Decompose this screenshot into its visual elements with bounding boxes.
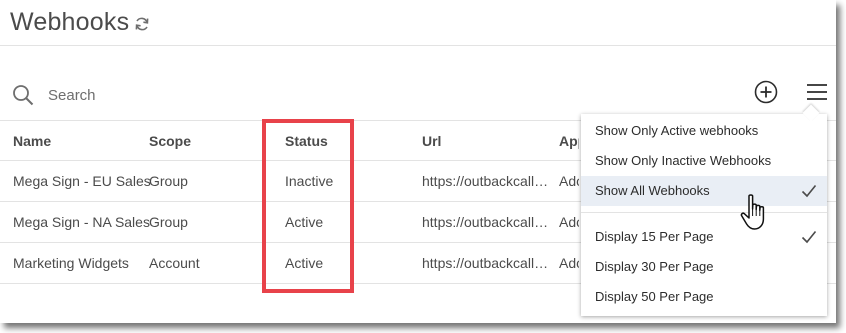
search-icon [13, 85, 34, 106]
cell-name: Mega Sign - EU Sales [13, 173, 151, 189]
options-dropdown-menu: Show Only Active webhooks Show Only Inac… [581, 114, 827, 316]
cell-url: https://outbackcallback.com [422, 255, 550, 271]
cell-name: Marketing Widgets [13, 255, 129, 271]
menu-item-show-all[interactable]: Show All Webhooks [581, 176, 827, 206]
menu-item-display-15[interactable]: Display 15 Per Page [581, 222, 827, 252]
hamburger-menu-icon[interactable] [806, 82, 828, 102]
header-divider [0, 45, 836, 46]
column-header-name[interactable]: Name [13, 133, 51, 149]
menu-divider [581, 212, 827, 213]
refresh-icon[interactable] [134, 16, 150, 32]
page-header: Webhooks [10, 4, 150, 40]
cell-scope: Group [149, 173, 188, 189]
cell-application: Adobe Sign [559, 214, 579, 230]
checkmark-icon [801, 184, 817, 198]
cell-application: Adobe Sign [559, 173, 579, 189]
cell-scope: Account [149, 255, 200, 271]
search-input[interactable] [48, 86, 248, 104]
menu-item-show-active[interactable]: Show Only Active webhooks [581, 116, 827, 146]
column-header-url[interactable]: Url [422, 133, 441, 149]
menu-item-show-inactive[interactable]: Show Only Inactive Webhooks [581, 146, 827, 176]
menu-item-display-50[interactable]: Display 50 Per Page [581, 282, 827, 312]
cell-scope: Group [149, 214, 188, 230]
menu-item-display-30[interactable]: Display 30 Per Page [581, 252, 827, 282]
menu-item-label: Show All Webhooks [595, 183, 710, 198]
cell-url: https://outbackcallback.com [422, 173, 550, 189]
checkmark-icon [801, 230, 817, 244]
webhooks-panel: Webhooks Name Scope Status Url Applic [0, 0, 836, 323]
status-column-highlight [262, 119, 354, 293]
cell-application: Adobe Sign [559, 255, 579, 271]
hand-pointer-cursor-icon [740, 194, 765, 230]
menu-item-label: Display 50 Per Page [595, 289, 714, 304]
menu-item-label: Show Only Inactive Webhooks [595, 153, 772, 168]
menu-item-label: Display 15 Per Page [595, 229, 714, 244]
menu-item-label: Display 30 Per Page [595, 259, 714, 274]
cell-url: https://outbackcallback.com [422, 214, 550, 230]
column-header-scope[interactable]: Scope [149, 133, 191, 149]
add-webhook-icon[interactable] [754, 80, 778, 104]
cell-name: Mega Sign - NA Sales [13, 214, 150, 230]
column-header-application[interactable]: Application [559, 133, 579, 149]
menu-item-label: Show Only Active webhooks [595, 123, 759, 138]
page-title: Webhooks [10, 7, 130, 36]
search-bar [12, 82, 312, 108]
